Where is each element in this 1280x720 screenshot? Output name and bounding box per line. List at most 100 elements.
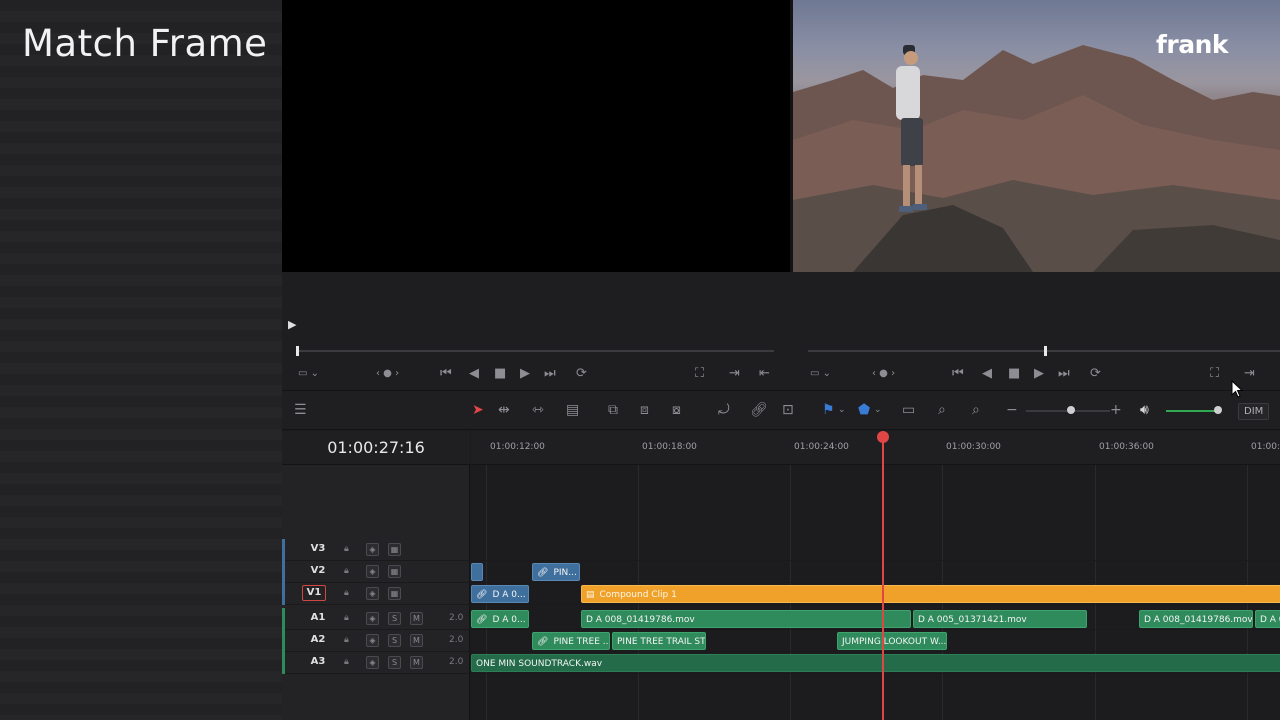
- timeline-ruler[interactable]: 01:00:12:00 01:00:18:00 01:00:24:00 01:0…: [471, 431, 1280, 465]
- source-jog-icon[interactable]: ‹ ● ›: [376, 367, 399, 380]
- snapping-icon[interactable]: ⤾: [718, 403, 730, 417]
- track-lane-a2[interactable]: 🔗︎ PINE TREE ... PINE TREE TRAIL ST... JU…: [471, 630, 1280, 652]
- track-lane-v1[interactable]: 🔗︎ D A 0... ▤ Compound Clip 1: [471, 583, 1280, 605]
- mute-button[interactable]: M: [410, 656, 423, 669]
- auto-select-icon[interactable]: ◈: [366, 634, 379, 647]
- timeline-area[interactable]: 01:00:12:00 01:00:18:00 01:00:24:00 01:0…: [471, 431, 1280, 720]
- program-jump-end-icon[interactable]: ⏭: [1058, 367, 1070, 380]
- mute-button[interactable]: M: [410, 634, 423, 647]
- zoom-detail-icon[interactable]: ⌕: [938, 403, 946, 417]
- track-name-destination[interactable]: V1: [302, 585, 326, 601]
- program-stop-icon[interactable]: ■: [1008, 367, 1020, 380]
- clip[interactable]: ONE MIN SOUNDTRACK.wav: [471, 654, 1280, 672]
- timeline-timecode[interactable]: 01:00:27:16: [282, 431, 470, 465]
- zoom-out-icon[interactable]: −: [1006, 403, 1018, 417]
- lock-icon[interactable]: 🔒︎: [344, 566, 349, 576]
- speaker-icon[interactable]: 🔊︎: [1140, 403, 1149, 417]
- auto-select-icon[interactable]: ◈: [366, 543, 379, 556]
- source-mark-out-icon[interactable]: ⇤: [759, 367, 770, 380]
- source-loop-icon[interactable]: ⟳: [576, 367, 587, 380]
- volume-slider-track[interactable]: [1166, 410, 1218, 412]
- clip[interactable]: 🔗︎ PIN...: [532, 563, 580, 581]
- timeline-view-options-icon[interactable]: ☰: [294, 403, 307, 417]
- program-play-icon[interactable]: ▶: [1034, 367, 1044, 380]
- program-reverse-icon[interactable]: ◀: [982, 367, 992, 380]
- selection-tool-icon[interactable]: ➤: [472, 403, 484, 417]
- zoom-in-icon[interactable]: +: [1110, 403, 1122, 417]
- compound-clip[interactable]: ▤ Compound Clip 1: [581, 585, 1280, 603]
- clip[interactable]: [471, 563, 483, 581]
- dim-button[interactable]: DIM: [1238, 403, 1270, 420]
- volume-slider-handle[interactable]: [1214, 406, 1222, 414]
- program-scrub-head[interactable]: [1044, 346, 1047, 356]
- clip[interactable]: D A 005_01371421.mov: [913, 610, 1087, 628]
- track-visibility-icon[interactable]: ▦: [388, 565, 401, 578]
- source-viewer[interactable]: [282, 0, 790, 272]
- track-lane-v3[interactable]: [471, 539, 1280, 561]
- blade-tool-icon[interactable]: ▤: [566, 403, 579, 417]
- track-header-v1[interactable]: V1 🔒︎ ◈ ▦: [282, 583, 470, 605]
- zoom-full-icon[interactable]: ▭: [902, 403, 915, 417]
- overwrite-clip-icon[interactable]: ⧈: [640, 403, 649, 417]
- insert-clip-icon[interactable]: ⧉: [608, 403, 618, 417]
- lock-icon[interactable]: 🔒︎: [344, 657, 349, 667]
- clip[interactable]: D A 0: [1255, 610, 1280, 628]
- marker-dropdown-icon[interactable]: ⌄: [874, 403, 882, 417]
- auto-select-icon[interactable]: ◈: [366, 565, 379, 578]
- source-scrub-head[interactable]: [296, 346, 299, 356]
- auto-select-icon[interactable]: ◈: [366, 612, 379, 625]
- clip[interactable]: D A 008_01419786.mov: [581, 610, 911, 628]
- zoom-custom-icon[interactable]: ⌕: [972, 403, 980, 417]
- zoom-slider-handle[interactable]: [1067, 406, 1075, 414]
- clip[interactable]: D A 008_01419786.mov: [1139, 610, 1253, 628]
- program-viewer-mode-icon[interactable]: ▭ ⌄: [810, 367, 831, 380]
- solo-button[interactable]: S: [388, 656, 401, 669]
- track-header-v2[interactable]: V2 🔒︎ ◈ ▦: [282, 561, 470, 583]
- program-viewer[interactable]: frank: [793, 0, 1280, 272]
- auto-select-icon[interactable]: ◈: [366, 656, 379, 669]
- program-jog-icon[interactable]: ‹ ● ›: [872, 367, 895, 380]
- position-lock-icon[interactable]: ⊡: [782, 403, 794, 417]
- replace-clip-icon[interactable]: ⧇: [672, 403, 681, 417]
- playhead-line[interactable]: [882, 431, 884, 720]
- track-lane-v2[interactable]: 🔗︎ PIN...: [471, 561, 1280, 583]
- clip[interactable]: 🔗︎ D A 0...: [471, 585, 529, 603]
- source-mark-in-icon[interactable]: ⇥: [729, 367, 740, 380]
- lock-icon[interactable]: 🔒︎: [344, 588, 349, 598]
- track-header-a2[interactable]: A2 🔒︎ ◈ S M 2.0: [282, 630, 470, 652]
- source-match-frame-icon[interactable]: ⛶: [695, 367, 704, 380]
- source-viewer-mode-icon[interactable]: ▭ ⌄: [298, 367, 319, 380]
- track-lane-a3[interactable]: ONE MIN SOUNDTRACK.wav: [471, 652, 1280, 674]
- trim-tool-icon[interactable]: ⇹: [498, 403, 510, 417]
- playhead-handle[interactable]: [877, 431, 889, 443]
- track-visibility-icon[interactable]: ▦: [388, 587, 401, 600]
- track-visibility-icon[interactable]: ▦: [388, 543, 401, 556]
- source-jump-end-icon[interactable]: ⏭: [544, 367, 556, 380]
- lock-icon[interactable]: 🔒︎: [344, 613, 349, 623]
- track-header-a1[interactable]: A1 🔒︎ ◈ S M 2.0: [282, 608, 470, 630]
- program-jump-start-icon[interactable]: ⏮: [952, 367, 964, 380]
- marker-icon[interactable]: ⬟: [858, 403, 870, 417]
- track-header-v3[interactable]: V3 🔒︎ ◈ ▦: [282, 539, 470, 561]
- source-scrubber[interactable]: [296, 350, 774, 352]
- source-play-icon[interactable]: ▶: [520, 367, 530, 380]
- track-header-a3[interactable]: A3 🔒︎ ◈ S M 2.0: [282, 652, 470, 674]
- linked-selection-icon[interactable]: 🔗︎: [750, 403, 768, 417]
- play-in-marker-icon[interactable]: ▶︎: [288, 318, 296, 331]
- source-reverse-icon[interactable]: ◀: [469, 367, 479, 380]
- clip[interactable]: 🔗︎ D A 0...: [471, 610, 529, 628]
- clip[interactable]: JUMPING LOOKOUT W...: [837, 632, 947, 650]
- solo-button[interactable]: S: [388, 634, 401, 647]
- lock-icon[interactable]: 🔒︎: [344, 544, 349, 554]
- program-match-frame-icon[interactable]: ⛶: [1210, 367, 1219, 380]
- source-stop-icon[interactable]: ■: [494, 367, 506, 380]
- flag-icon[interactable]: ⚑: [822, 403, 835, 417]
- program-mark-in-icon[interactable]: ⇥: [1244, 367, 1255, 380]
- track-lane-a1[interactable]: 🔗︎ D A 0... D A 008_01419786.mov D A 005_…: [471, 608, 1280, 630]
- flag-dropdown-icon[interactable]: ⌄: [838, 403, 846, 417]
- auto-select-icon[interactable]: ◈: [366, 587, 379, 600]
- program-loop-icon[interactable]: ⟳: [1090, 367, 1101, 380]
- clip[interactable]: PINE TREE TRAIL ST...: [612, 632, 706, 650]
- clip[interactable]: 🔗︎ PINE TREE ...: [532, 632, 610, 650]
- solo-button[interactable]: S: [388, 612, 401, 625]
